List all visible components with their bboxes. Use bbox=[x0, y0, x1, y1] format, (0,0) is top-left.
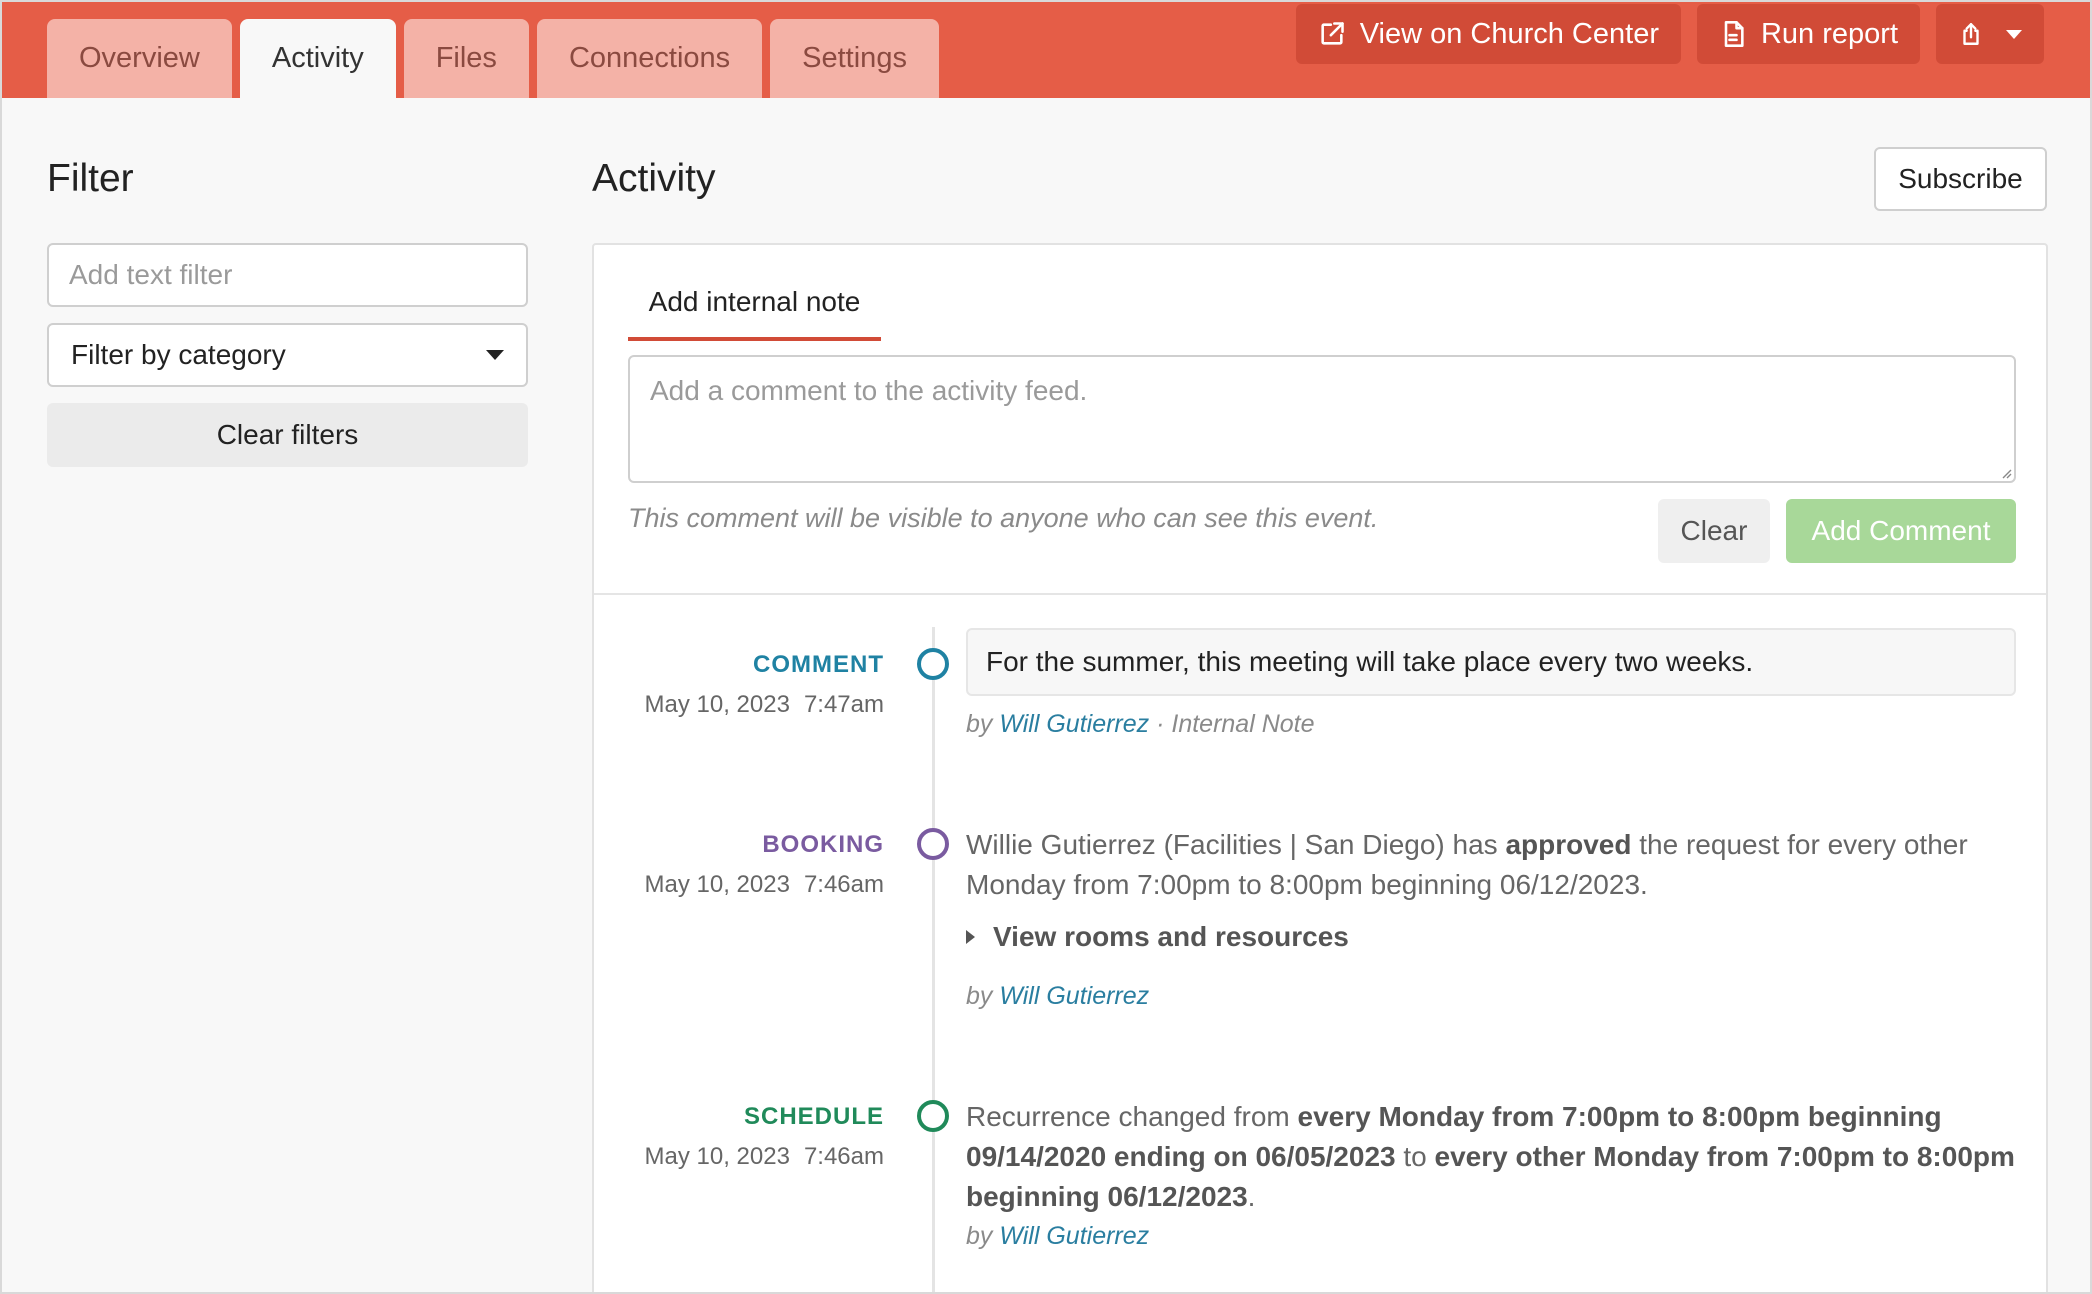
divider bbox=[594, 593, 2046, 595]
tab-overview[interactable]: Overview bbox=[47, 19, 232, 98]
text-filter-input[interactable] bbox=[47, 243, 528, 307]
document-icon bbox=[1724, 21, 1744, 47]
user-link[interactable]: Will Gutierrez bbox=[999, 710, 1149, 738]
comment-input[interactable] bbox=[628, 355, 2016, 483]
tab-bar: Overview Activity Files Connections Sett… bbox=[47, 19, 939, 98]
tab-connections[interactable]: Connections bbox=[536, 19, 763, 98]
clear-filters-button[interactable]: Clear filters bbox=[47, 403, 528, 467]
comment-text: For the summer, this meeting will take p… bbox=[966, 628, 2016, 696]
run-report-button[interactable]: Run report bbox=[1696, 4, 1920, 64]
external-link-icon bbox=[1321, 22, 1344, 45]
user-link[interactable]: Will Gutierrez bbox=[999, 982, 1149, 1010]
byline-by: by bbox=[966, 1222, 993, 1250]
header-actions: View on Church Center Run report bbox=[1295, 4, 2044, 64]
schedule-to-word: to bbox=[1403, 1141, 1427, 1172]
clear-comment-button[interactable]: Clear bbox=[1658, 499, 1770, 563]
entry-time: 7:46am bbox=[803, 1143, 884, 1170]
entry-category-schedule: SCHEDULE bbox=[743, 1103, 884, 1130]
share-menu-button[interactable] bbox=[1936, 4, 2044, 64]
entry-date: May 10, 2023 bbox=[644, 691, 790, 718]
schedule-end: . bbox=[1247, 1181, 1256, 1212]
entry-time: 7:47am bbox=[803, 691, 884, 718]
comment-timeline-dot-icon bbox=[917, 648, 949, 680]
entry-time: 7:46am bbox=[803, 871, 884, 898]
caret-right-icon bbox=[966, 930, 975, 944]
booking-timeline-dot-icon bbox=[917, 828, 949, 860]
visibility-note: This comment will be visible to anyone w… bbox=[628, 503, 1379, 533]
tab-settings[interactable]: Settings bbox=[770, 19, 939, 98]
tab-files[interactable]: Files bbox=[403, 19, 529, 98]
chevron-down-icon bbox=[2006, 29, 2022, 39]
resize-grip-icon[interactable] bbox=[2000, 467, 2012, 479]
category-filter-label: Filter by category bbox=[71, 339, 286, 370]
subscribe-button[interactable]: Subscribe bbox=[1874, 147, 2047, 211]
add-comment-button[interactable]: Add Comment bbox=[1786, 499, 2016, 563]
booking-text-a: Willie Gutierrez (Facilities | San Diego… bbox=[966, 829, 1498, 860]
schedule-timeline-dot-icon bbox=[917, 1100, 949, 1132]
entry-category-booking: BOOKING bbox=[762, 831, 884, 858]
entry-timestamp-booking: May 10, 2023 7:46am bbox=[645, 871, 885, 899]
page-title: Activity bbox=[592, 157, 716, 200]
entry-date: May 10, 2023 bbox=[644, 871, 790, 898]
entry-byline-schedule: by Will Gutierrez bbox=[966, 1222, 1149, 1251]
filter-title: Filter bbox=[47, 157, 134, 200]
byline-by: by bbox=[966, 982, 993, 1010]
run-report-label: Run report bbox=[1760, 17, 1898, 50]
view-rooms-resources-toggle[interactable]: View rooms and resources bbox=[966, 921, 1349, 953]
entry-byline-comment: by Will Gutierrez · Internal Note bbox=[966, 710, 1315, 739]
user-link[interactable]: Will Gutierrez bbox=[999, 1222, 1149, 1250]
entry-timestamp-schedule: May 10, 2023 7:46am bbox=[645, 1143, 885, 1171]
view-on-church-center-button[interactable]: View on Church Center bbox=[1295, 4, 1681, 64]
tab-add-internal-note[interactable]: Add internal note bbox=[628, 281, 881, 341]
byline-suffix: · Internal Note bbox=[1156, 710, 1315, 738]
view-on-church-center-label: View on Church Center bbox=[1359, 17, 1659, 50]
entry-date: May 10, 2023 bbox=[644, 1143, 790, 1170]
schedule-text-a: Recurrence changed from bbox=[966, 1101, 1290, 1132]
view-rooms-resources-label: View rooms and resources bbox=[993, 921, 1349, 952]
category-filter-select[interactable]: Filter by category bbox=[47, 323, 528, 387]
entry-category-comment: COMMENT bbox=[753, 651, 884, 678]
entry-byline-booking: by Will Gutierrez bbox=[966, 982, 1149, 1011]
entry-timestamp-comment: May 10, 2023 7:47am bbox=[645, 691, 885, 719]
timeline-line bbox=[932, 627, 935, 1292]
byline-by: by bbox=[966, 710, 993, 738]
tab-activity[interactable]: Activity bbox=[239, 19, 396, 98]
share-icon bbox=[1963, 23, 1979, 45]
booking-description: Willie Gutierrez (Facilities | San Diego… bbox=[966, 825, 2016, 905]
app-window: Overview Activity Files Connections Sett… bbox=[0, 0, 2092, 1294]
event-header: Overview Activity Files Connections Sett… bbox=[2, 2, 2090, 98]
caret-down-icon bbox=[486, 350, 504, 360]
booking-status: approved bbox=[1505, 829, 1632, 860]
schedule-description: Recurrence changed from every Monday fro… bbox=[966, 1097, 2016, 1217]
activity-panel: Add internal note This comment will be v… bbox=[592, 243, 2048, 1292]
